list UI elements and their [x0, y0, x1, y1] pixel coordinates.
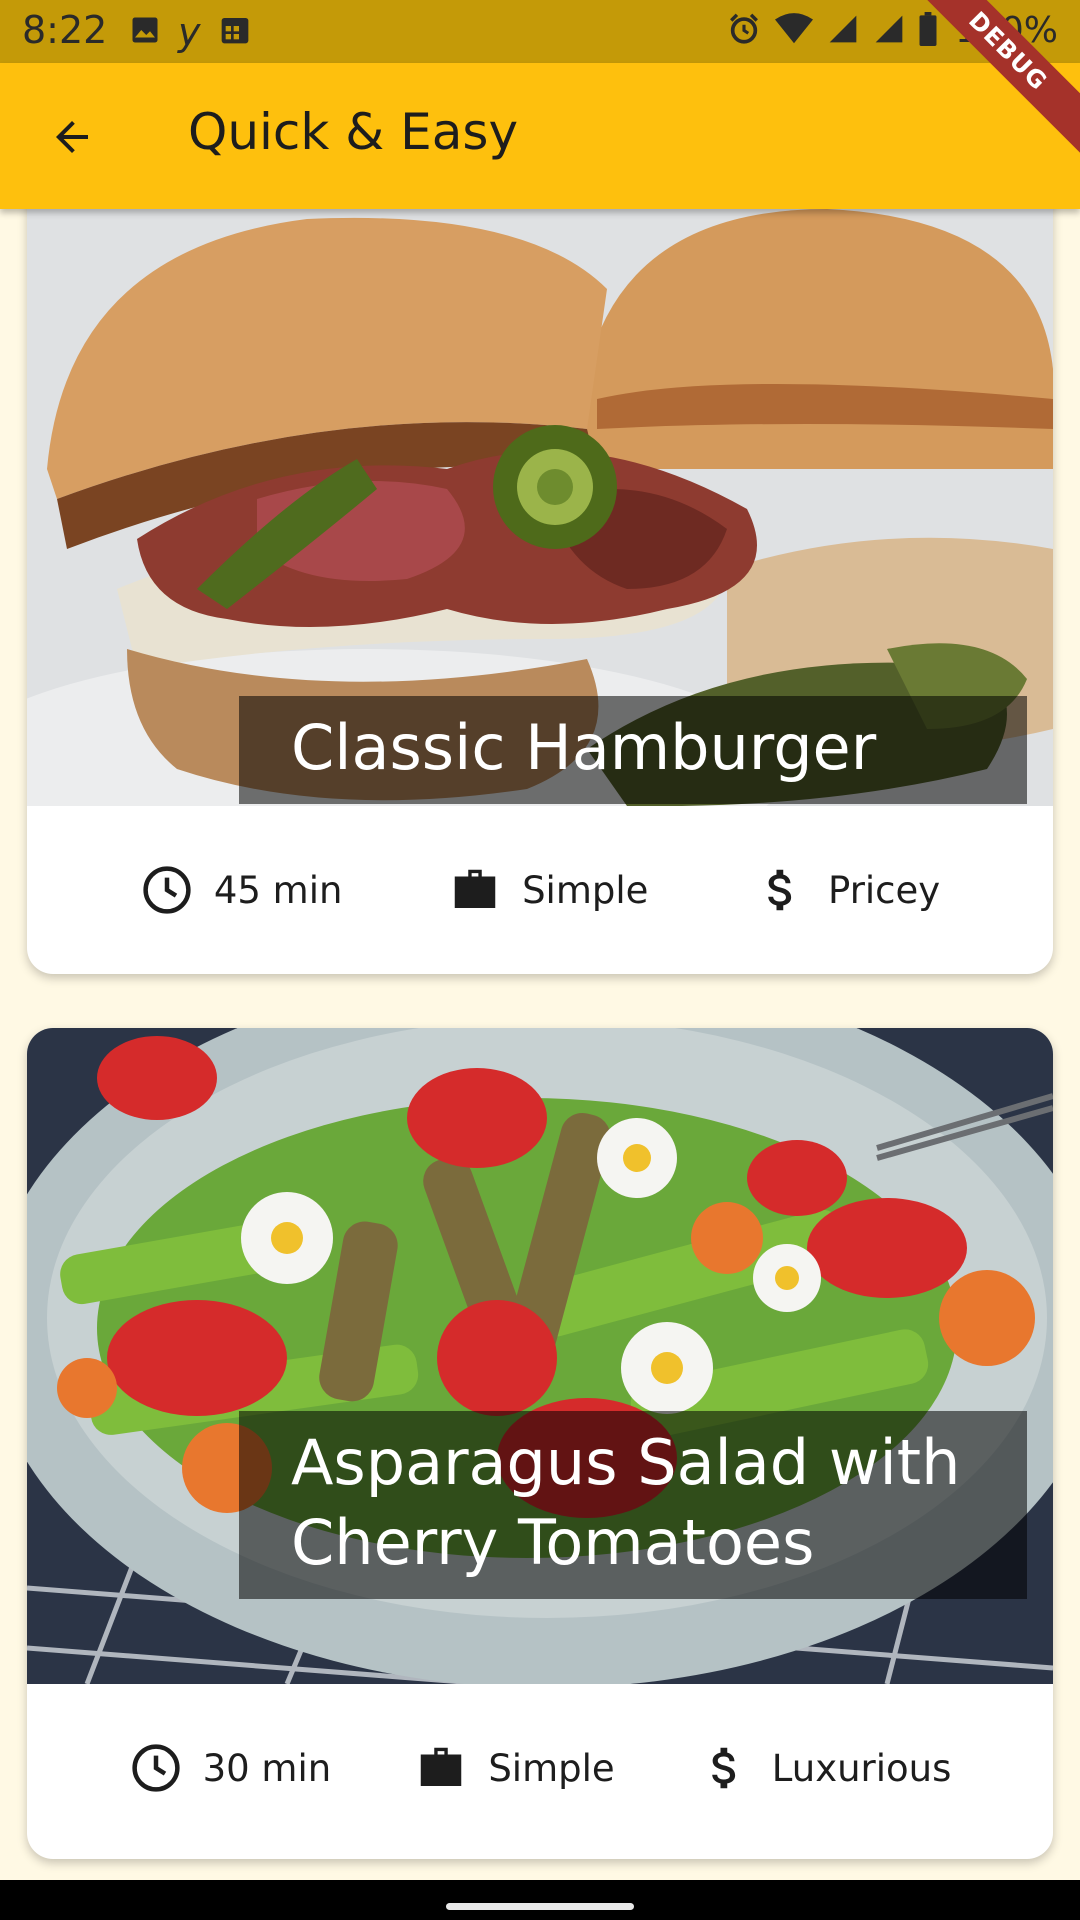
meal-duration: 30 min	[129, 1741, 332, 1795]
work-icon	[414, 1741, 468, 1795]
yahoo-icon: y	[178, 10, 201, 54]
meal-complexity-text: Simple	[488, 1746, 615, 1790]
meal-affordability: Luxurious	[698, 1741, 952, 1795]
meal-title: Asparagus Salad with Cherry Tomatoes	[239, 1411, 1027, 1599]
meal-card[interactable]: Asparagus Salad with Cherry Tomatoes 30 …	[27, 1028, 1053, 1859]
work-icon	[448, 863, 502, 917]
meal-complexity-text: Simple	[522, 868, 649, 912]
app-bar: Quick & Easy	[0, 63, 1080, 209]
attach-money-icon	[698, 1741, 752, 1795]
meal-title: Classic Hamburger	[239, 696, 1027, 804]
schedule-icon	[129, 1741, 183, 1795]
battery-icon	[919, 11, 937, 50]
meal-list[interactable]: Classic Hamburger 45 min Simple Pricey A…	[0, 209, 1080, 1880]
meal-affordability: Pricey	[754, 863, 940, 917]
status-time: 8:22	[22, 8, 108, 52]
arrow-back-icon	[56, 121, 88, 153]
navigation-bar	[0, 1880, 1080, 1920]
signal-icon	[873, 13, 905, 49]
meal-affordability-text: Luxurious	[771, 1746, 952, 1790]
signal-icon	[827, 13, 859, 49]
status-left-icons: y	[130, 10, 251, 54]
schedule-icon	[140, 863, 194, 917]
home-handle[interactable]	[446, 1903, 634, 1910]
meal-meta-row: 30 min Simple Luxurious	[27, 1684, 1053, 1852]
alarm-icon	[727, 12, 761, 50]
calendar-icon	[219, 14, 251, 50]
status-bar: 8:22 y 100%	[0, 0, 1080, 63]
page-title: Quick & Easy	[188, 103, 519, 161]
wifi-icon	[775, 12, 814, 50]
meal-affordability-text: Pricey	[828, 868, 941, 912]
back-button[interactable]	[44, 109, 100, 165]
attach-money-icon	[754, 863, 808, 917]
image-icon	[130, 15, 160, 49]
meal-duration-text: 30 min	[202, 1746, 332, 1790]
meal-duration-text: 45 min	[213, 868, 343, 912]
meal-card[interactable]: Classic Hamburger 45 min Simple Pricey	[27, 209, 1053, 974]
meal-meta-row: 45 min Simple Pricey	[27, 806, 1053, 974]
meal-duration: 45 min	[140, 863, 343, 917]
meal-complexity: Simple	[414, 1741, 615, 1795]
meal-complexity: Simple	[448, 863, 648, 917]
